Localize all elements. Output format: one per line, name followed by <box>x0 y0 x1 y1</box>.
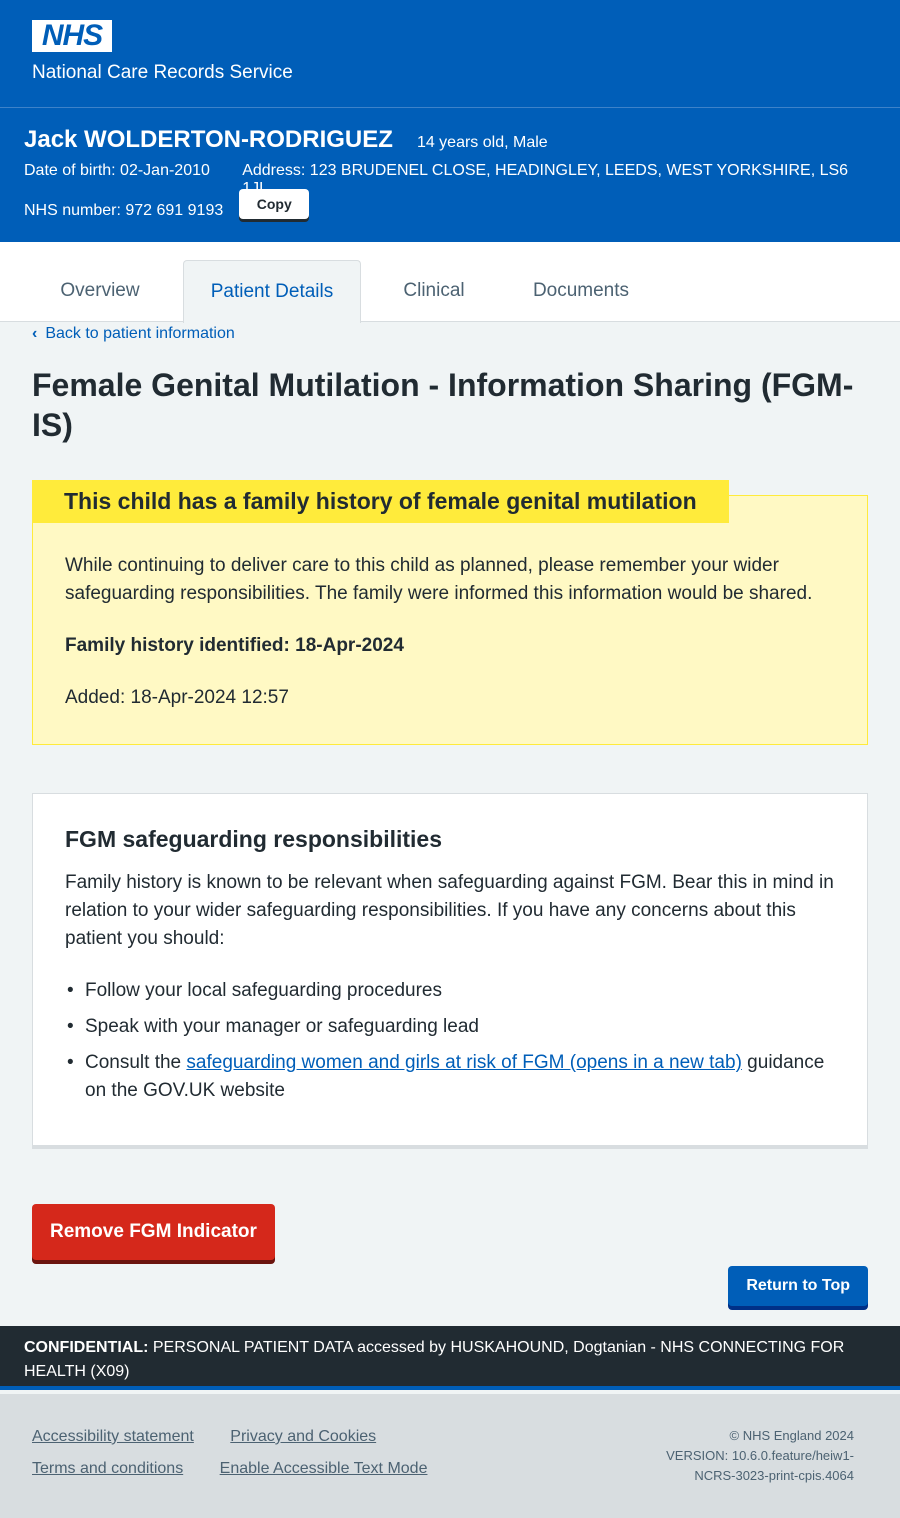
remove-fgm-indicator-button[interactable]: Remove FGM Indicator <box>32 1204 275 1260</box>
copy-nhs-number-button[interactable]: Copy <box>239 189 310 219</box>
patient-nhs-number: NHS number: 972 691 9193 <box>24 202 224 219</box>
tab-documents[interactable]: Documents <box>512 260 650 322</box>
back-link[interactable]: ‹ Back to patient information <box>32 325 868 343</box>
back-link-label: Back to patient information <box>45 325 235 342</box>
bullet-prefix: Consult the <box>85 1052 187 1073</box>
family-history-identified: Family history identified: 18-Apr-2024 <box>65 635 404 656</box>
tab-overview[interactable]: Overview <box>34 260 166 322</box>
govuk-guidance-link[interactable]: safeguarding women and girls at risk of … <box>186 1052 742 1073</box>
responsibilities-list: Follow your local safeguarding procedure… <box>65 977 835 1105</box>
patient-age-sex: 14 years old, Male <box>416 134 548 151</box>
patient-tabs: Overview Patient Details Clinical Docume… <box>0 242 900 323</box>
footer-meta: © NHS England 2024 VERSION: 10.6.0.featu… <box>634 1426 854 1486</box>
site-header: NHS National Care Records Service <box>0 0 900 108</box>
safeguarding-card: FGM safeguarding responsibilities Family… <box>32 793 868 1149</box>
footer-link-accessibility[interactable]: Accessibility statement <box>32 1426 194 1448</box>
tab-patient-details[interactable]: Patient Details <box>183 260 361 323</box>
site-footer: Accessibility statement Privacy and Cook… <box>0 1394 900 1518</box>
warning-heading: This child has a family history of femal… <box>32 480 729 523</box>
version: VERSION: 10.6.0.feature/heiw1-NCRS-3023-… <box>666 1448 854 1483</box>
footer-link-privacy[interactable]: Privacy and Cookies <box>230 1426 376 1448</box>
footer-link-accessible-text-mode[interactable]: Enable Accessible Text Mode <box>220 1458 428 1480</box>
footer-link-terms[interactable]: Terms and conditions <box>32 1458 183 1480</box>
confidential-notice: CONFIDENTIAL: PERSONAL PATIENT DATA acce… <box>0 1326 900 1390</box>
added-timestamp: Added: 18-Apr-2024 12:57 <box>65 687 289 708</box>
nhs-logo[interactable]: NHS <box>32 20 112 52</box>
tab-clinical[interactable]: Clinical <box>380 260 488 322</box>
page-title: Female Genital Mutilation - Information … <box>32 367 854 443</box>
chevron-left-icon: ‹ <box>32 325 38 342</box>
warning-body: While continuing to deliver care to this… <box>65 555 813 604</box>
patient-name: Jack WOLDERTON-RODRIGUEZ <box>24 126 393 153</box>
list-item: Consult the safeguarding women and girls… <box>65 1049 835 1105</box>
card-body: Family history is known to be relevant w… <box>65 872 834 949</box>
main-content: ‹ Back to patient information Female Gen… <box>0 325 900 1260</box>
confidential-label: CONFIDENTIAL: <box>24 1339 149 1356</box>
card-heading: FGM safeguarding responsibilities <box>65 826 443 852</box>
return-to-top-button[interactable]: Return to Top <box>728 1266 868 1306</box>
service-name[interactable]: National Care Records Service <box>32 62 868 84</box>
list-item: Speak with your manager or safeguarding … <box>65 1013 835 1041</box>
copyright: © NHS England 2024 <box>729 1428 855 1443</box>
footer-links: Accessibility statement Privacy and Cook… <box>32 1426 592 1490</box>
confidential-text: PERSONAL PATIENT DATA accessed by HUSKAH… <box>24 1339 845 1380</box>
list-item: Follow your local safeguarding procedure… <box>65 977 835 1005</box>
patient-banner: Jack WOLDERTON-RODRIGUEZ 14 years old, M… <box>0 108 900 242</box>
patient-address: Address: 123 BRUDENEL CLOSE, HEADINGLEY,… <box>242 162 849 197</box>
warning-callout: This child has a family history of femal… <box>32 480 868 745</box>
patient-dob: Date of birth: 02-Jan-2010 <box>24 162 210 179</box>
